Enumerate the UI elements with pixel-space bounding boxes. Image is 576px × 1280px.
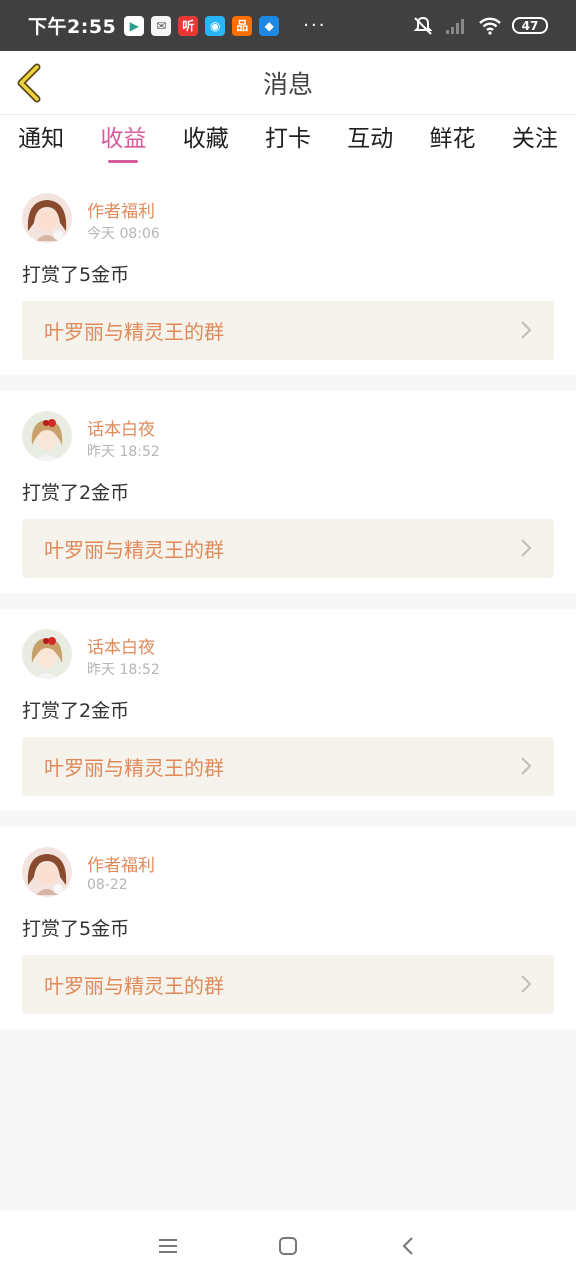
more-notifications-icon: ···: [303, 15, 327, 36]
mute-bell-icon: [413, 16, 433, 35]
wifi-icon: [479, 17, 501, 35]
chevron-right-icon: [521, 757, 532, 775]
tab-favorites[interactable]: 收藏: [165, 115, 247, 173]
page-title: 消息: [262, 69, 313, 99]
message-text: 打赏了5金币: [22, 918, 130, 940]
home-button[interactable]: [228, 1211, 348, 1280]
group-name: 叶罗丽与精灵王的群: [44, 320, 224, 344]
avatar-image: [22, 629, 72, 679]
group-link[interactable]: 叶罗丽与精灵王的群: [22, 955, 554, 1014]
battery-indicator: 47: [512, 17, 548, 34]
back-button[interactable]: [10, 61, 50, 105]
message-text: 打赏了2金币: [22, 482, 130, 504]
avatar-image: [22, 193, 72, 243]
listen-app-icon: 听: [178, 15, 199, 36]
mi-app-icon: ✉: [151, 15, 172, 36]
list-item: 作者福利 08-22 打赏了5金币 叶罗丽与精灵王的群: [0, 827, 576, 1029]
avatar-image: [22, 847, 72, 897]
avatar-image: [22, 411, 72, 461]
top-app-bar: 消息: [0, 51, 576, 115]
home-square-icon: [279, 1236, 297, 1255]
avatar[interactable]: [22, 193, 72, 243]
group-link[interactable]: 叶罗丽与精灵王的群: [22, 301, 554, 360]
play-store-icon: ▶: [124, 15, 145, 36]
group-name: 叶罗丽与精灵王的群: [44, 538, 224, 562]
message-time: 今天 08:06: [87, 226, 160, 242]
avatar[interactable]: [22, 629, 72, 679]
group-name: 叶罗丽与精灵王的群: [44, 756, 224, 780]
tab-interactions[interactable]: 互动: [329, 115, 411, 173]
sender-name[interactable]: 作者福利: [87, 197, 155, 222]
sender-name[interactable]: 话本白夜: [87, 415, 155, 440]
signal-icon: [446, 18, 464, 34]
tab-checkin[interactable]: 打卡: [247, 115, 329, 173]
back-nav-button[interactable]: [348, 1211, 468, 1280]
list-item: 作者福利 今天 08:06 打赏了5金币 叶罗丽与精灵王的群: [0, 173, 576, 375]
message-text: 打赏了2金币: [22, 700, 130, 722]
back-arrow-icon: [17, 63, 41, 103]
avatar[interactable]: [22, 847, 72, 897]
message-time: 昨天 18:52: [87, 662, 160, 678]
weibo-app-icon: ◉: [205, 15, 226, 36]
status-time: 下午2:55: [28, 16, 117, 38]
message-text: 打赏了5金币: [22, 264, 130, 286]
message-time: 昨天 18:52: [87, 444, 160, 460]
tab-notifications[interactable]: 通知: [0, 115, 82, 173]
notification-icons: ▶ ✉ 听 ◉ 品 ◆: [124, 15, 280, 36]
message-list: 作者福利 今天 08:06 打赏了5金币 叶罗丽与精灵王的群 话本白夜 昨天 1…: [0, 173, 576, 1045]
blue-app-icon: ◆: [259, 15, 280, 36]
chevron-right-icon: [521, 975, 532, 993]
tab-flowers[interactable]: 鲜花: [411, 115, 493, 173]
group-link[interactable]: 叶罗丽与精灵王的群: [22, 737, 554, 796]
chevron-right-icon: [521, 321, 532, 339]
status-bar: 下午2:55 ▶ ✉ 听 ◉ 品 ◆ ··· 47: [0, 0, 576, 51]
tab-follows[interactable]: 关注: [494, 115, 576, 173]
shopping-app-icon: 品: [232, 15, 253, 36]
menu-button[interactable]: [108, 1211, 228, 1280]
tab-earnings[interactable]: 收益: [82, 115, 164, 173]
list-item: 话本白夜 昨天 18:52 打赏了2金币 叶罗丽与精灵王的群: [0, 391, 576, 593]
chevron-left-icon: [402, 1236, 413, 1255]
sender-name[interactable]: 作者福利: [87, 851, 155, 876]
list-item: 话本白夜 昨天 18:52 打赏了2金币 叶罗丽与精灵王的群: [0, 609, 576, 811]
menu-icon: [159, 1238, 177, 1253]
avatar[interactable]: [22, 411, 72, 461]
message-time: 08-22: [87, 877, 128, 893]
tab-bar: 通知 收益 收藏 打卡 互动 鲜花 关注: [0, 115, 576, 173]
chevron-right-icon: [521, 539, 532, 557]
sender-name[interactable]: 话本白夜: [87, 633, 155, 658]
system-navigation-bar: [0, 1211, 576, 1280]
group-link[interactable]: 叶罗丽与精灵王的群: [22, 519, 554, 578]
group-name: 叶罗丽与精灵王的群: [44, 974, 224, 998]
